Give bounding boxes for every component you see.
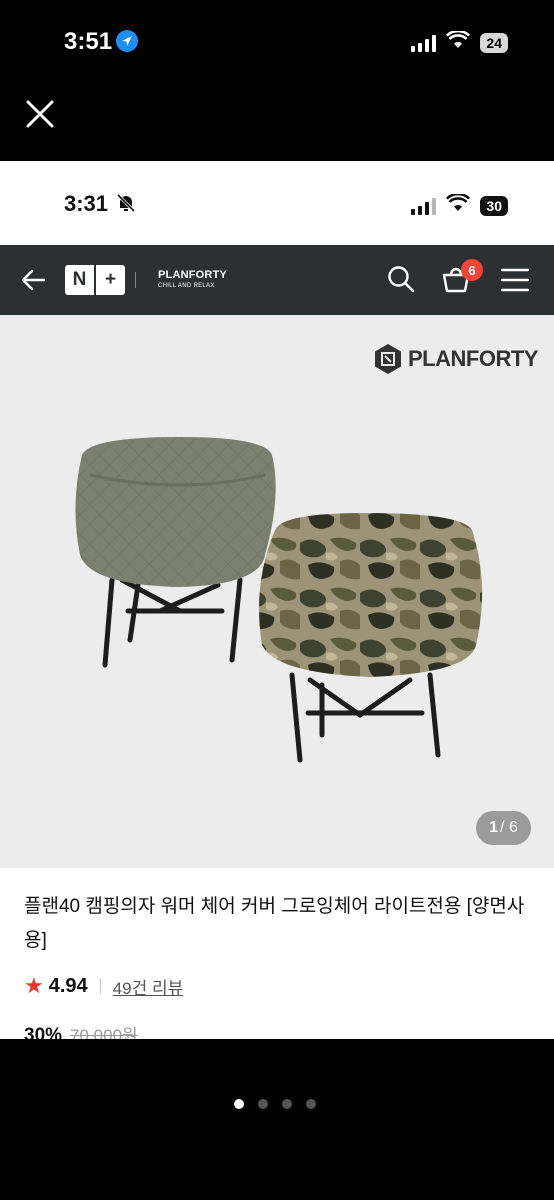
rating-row: ★ 4.94 49건 리뷰 [24,973,183,999]
planforty-emblem-icon [375,344,401,374]
close-button[interactable] [22,96,58,132]
page-dot-active [234,1099,244,1109]
inner-status-bar: 3:31 30 [0,161,554,245]
outer-clock: 3:51 [64,28,113,55]
star-icon: ★ [24,973,44,998]
menu-button[interactable] [500,267,530,298]
page-dot [306,1099,316,1109]
pager-total: / 6 [500,819,518,836]
back-button[interactable] [20,266,48,299]
rating-divider [99,978,101,994]
discount-rate: 30% [24,1025,63,1039]
store-brand-tagline: CHILL AND RELAX [158,283,215,289]
nplus-logo-plus: + [96,265,125,295]
page-dot [282,1099,292,1109]
bell-muted-icon [116,193,136,218]
image-pager: 1 / 6 [476,811,531,845]
original-price: 70,000원 [70,1026,138,1039]
product-image-carousel[interactable]: PLANFORTY 1 / 6 [0,315,554,868]
page-dot [258,1099,268,1109]
search-button[interactable] [386,264,416,299]
cellular-signal-icon [411,34,437,52]
shared-screenshot: 3:31 30 N + PLANFORTY CHILL AND RELAX 6 … [0,161,554,1039]
battery-indicator: 24 [480,32,513,53]
planforty-image-logo: PLANFORTY [374,343,538,375]
back-arrow-icon [21,269,46,291]
product-title: 플랜40 캠핑의자 워머 체어 커버 그로잉체어 라이트전용 [양면사용] [24,896,525,951]
cart-count-badge: 6 [461,259,483,281]
store-brand-name: PLANFORTY [158,269,228,281]
cellular-signal-icon [411,197,437,215]
nplus-logo-n: N [65,265,96,295]
top-navigation: N + PLANFORTY CHILL AND RELAX 6 [0,245,554,315]
nav-divider [135,272,136,288]
page-indicator-dots [234,1099,316,1109]
battery-indicator: 30 [480,195,513,216]
store-brand-logo[interactable]: PLANFORTY CHILL AND RELAX [158,269,228,290]
pager-current: 1 [489,819,499,836]
image-logo-text: PLANFORTY [408,346,538,371]
close-icon [26,100,54,128]
menu-icon [500,268,530,292]
inner-clock: 3:31 [64,191,109,216]
search-icon [388,266,415,293]
price-row: 30% 70,000원 [24,1021,138,1039]
rating-score: 4.94 [48,974,88,997]
outer-status-bar: 3:51 24 [0,0,554,85]
wifi-icon [446,29,471,54]
wifi-icon [446,192,471,217]
product-photo-chairs [75,437,483,763]
location-icon [116,30,138,52]
nplus-logo[interactable]: N + [65,265,125,295]
reviews-link[interactable]: 49건 리뷰 [113,974,184,999]
